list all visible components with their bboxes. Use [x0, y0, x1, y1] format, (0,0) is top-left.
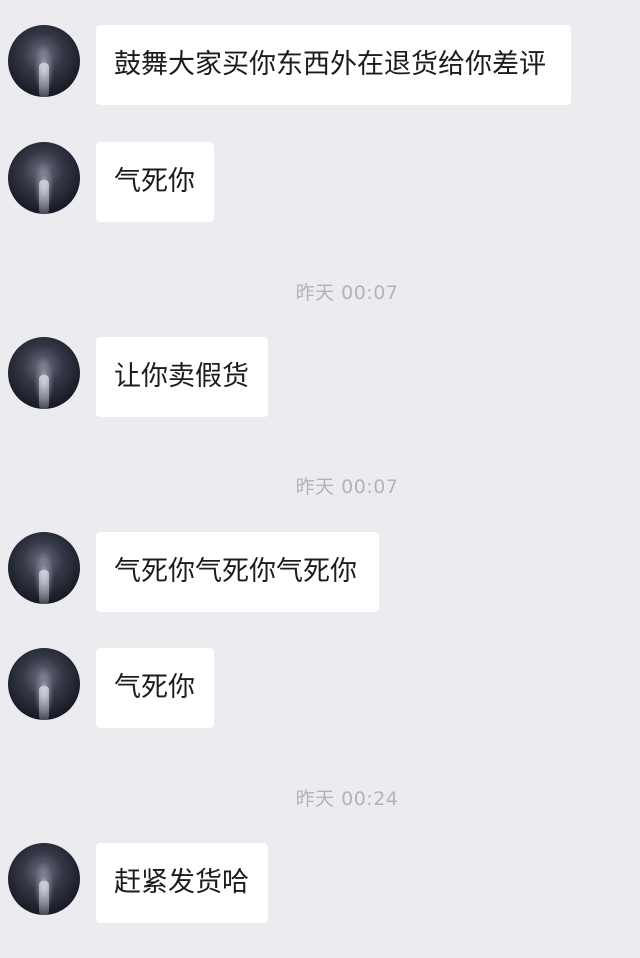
timestamp: 昨天 00:07 [295, 282, 399, 304]
contact-avatar[interactable] [8, 843, 80, 915]
contact-avatar[interactable] [8, 142, 80, 214]
message-bubble[interactable]: 让你卖假货 [96, 337, 268, 417]
timestamp: 昨天 00:24 [295, 788, 399, 810]
message-bubble[interactable]: 赶紧发货哈 [96, 843, 268, 923]
contact-avatar[interactable] [8, 337, 80, 409]
message-bubble[interactable]: 鼓舞大家买你东西外在退货给你差评 [96, 25, 571, 105]
message-bubble[interactable]: 气死你气死你气死你 [96, 532, 379, 612]
contact-avatar[interactable] [8, 25, 80, 97]
message-bubble[interactable]: 气死你 [96, 648, 214, 728]
contact-avatar[interactable] [8, 648, 80, 720]
message-bubble[interactable]: 气死你 [96, 142, 214, 222]
contact-avatar[interactable] [8, 532, 80, 604]
timestamp: 昨天 00:07 [295, 476, 399, 498]
